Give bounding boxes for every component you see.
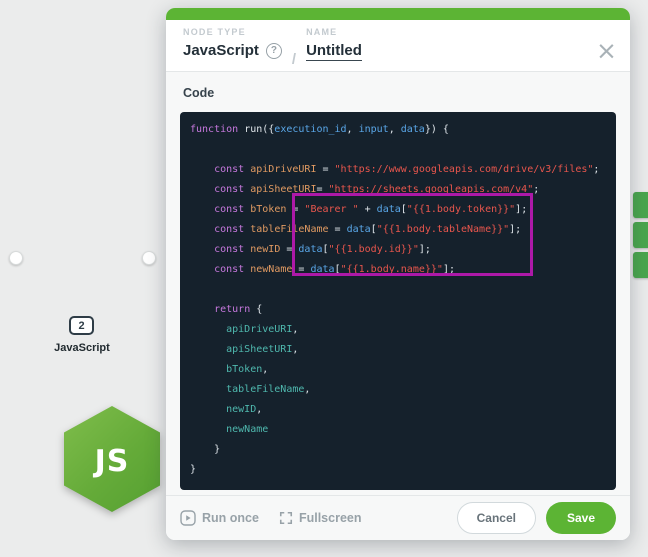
node-type-value: JavaScript — [183, 42, 259, 59]
node-name-input[interactable]: Untitled — [306, 42, 362, 61]
modal-body: Code function run({execution_id, input, … — [166, 72, 630, 495]
canvas-control-button[interactable] — [633, 192, 648, 218]
code-section-label: Code — [183, 86, 616, 100]
workflow-canvas: JS 2 JavaScript Node type JavaScript ? /… — [0, 0, 648, 557]
node-input-port[interactable] — [9, 251, 23, 265]
name-label: Name — [306, 27, 362, 37]
cancel-button[interactable]: Cancel — [457, 502, 536, 534]
canvas-control-button[interactable] — [633, 222, 648, 248]
modal-header: Node type JavaScript ? / Name Untitled × — [166, 20, 630, 72]
canvas-control-button[interactable] — [633, 252, 648, 278]
play-circle-icon — [180, 510, 196, 526]
run-once-button[interactable]: Run once — [180, 510, 259, 526]
modal-accent-bar — [166, 8, 630, 20]
close-icon[interactable]: × — [596, 38, 617, 63]
fullscreen-button[interactable]: Fullscreen — [279, 511, 362, 525]
help-icon[interactable]: ? — [266, 43, 282, 59]
modal-footer: Run once Fullscreen Cancel Save — [166, 495, 630, 540]
code-lines: function run({execution_id, input, data}… — [190, 120, 606, 480]
header-separator: / — [292, 51, 296, 68]
canvas-controls — [633, 192, 648, 278]
save-button[interactable]: Save — [546, 502, 616, 534]
javascript-node[interactable]: JS — [30, 201, 134, 315]
nodejs-icon[interactable]: JS — [64, 406, 160, 512]
node-editor-modal: Node type JavaScript ? / Name Untitled ×… — [166, 8, 630, 540]
node-label: JavaScript — [12, 342, 152, 354]
fullscreen-icon — [279, 511, 293, 525]
node-output-port[interactable] — [142, 251, 156, 265]
nodejs-icon-text: JS — [95, 444, 130, 479]
node-order-badge: 2 — [69, 316, 94, 335]
node-type-label: Node type — [183, 27, 282, 37]
code-editor[interactable]: function run({execution_id, input, data}… — [180, 112, 616, 490]
